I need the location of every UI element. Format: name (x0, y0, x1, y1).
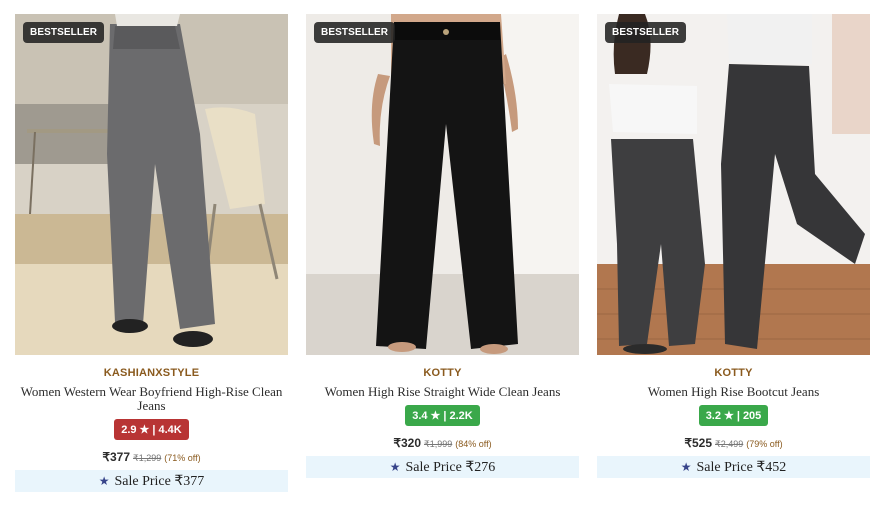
discount-percent: (79% off) (746, 439, 783, 449)
price-row: ₹320 ₹1,999 (84% off) (393, 436, 491, 450)
current-price: ₹377 (102, 450, 131, 464)
sale-price-label: Sale Price ₹452 (696, 459, 787, 475)
rating-badge: 3.4 ★ | 2.2K (405, 405, 480, 426)
rating-value: 3.2 (705, 409, 721, 422)
star-icon: ★ (98, 473, 110, 488)
current-price: ₹525 (684, 436, 713, 450)
price-row: ₹377 ₹1,299 (71% off) (102, 450, 200, 464)
rating-value: 3.4 (412, 409, 428, 422)
rating-badge: 3.2 ★ | 205 (698, 405, 769, 426)
star-icon: ★ (680, 459, 692, 474)
brand-name: KOTTY (714, 367, 753, 379)
star-icon: ★ (723, 410, 734, 422)
product-card[interactable]: BESTSELLER KOTTY Women High Rise Bootcut… (597, 14, 870, 492)
rating-separator: | (152, 423, 156, 436)
product-image[interactable]: BESTSELLER (597, 14, 870, 355)
sale-price-label: Sale Price ₹276 (405, 459, 496, 475)
product-card[interactable]: BESTSELLER KASHIANXSTYLE Women Western W… (15, 14, 288, 492)
discount-percent: (71% off) (164, 453, 201, 463)
rating-count: 205 (742, 409, 762, 422)
rating-value: 2.9 (121, 423, 137, 436)
star-icon: ★ (389, 459, 401, 474)
rating-separator: | (443, 409, 447, 422)
bestseller-badge: BESTSELLER (314, 22, 396, 43)
rating-separator: | (736, 409, 740, 422)
sale-price-banner: ★ Sale Price ₹377 (15, 470, 288, 492)
rating-count: 4.4K (158, 423, 182, 436)
charcoal-bootcut-jeans-photo (597, 14, 870, 355)
original-price: ₹1,999 (424, 439, 453, 449)
sale-price-label: Sale Price ₹377 (114, 473, 205, 489)
bestseller-badge: BESTSELLER (23, 22, 105, 43)
price-row: ₹525 ₹2,499 (79% off) (684, 436, 782, 450)
brand-name: KOTTY (423, 367, 462, 379)
discount-percent: (84% off) (455, 439, 492, 449)
product-title[interactable]: Women Western Wear Boyfriend High-Rise C… (15, 385, 288, 413)
current-price: ₹320 (393, 436, 422, 450)
product-title[interactable]: Women High Rise Bootcut Jeans (646, 385, 822, 399)
original-price: ₹1,299 (133, 453, 162, 463)
star-icon: ★ (139, 424, 150, 436)
star-icon: ★ (430, 410, 441, 422)
product-card[interactable]: BESTSELLER KOTTY Women High Rise Straigh… (306, 14, 579, 492)
original-price: ₹2,499 (715, 439, 744, 449)
brand-name: KASHIANXSTYLE (103, 367, 200, 379)
rating-badge: 2.9 ★ | 4.4K (114, 419, 189, 440)
sale-price-banner: ★ Sale Price ₹276 (306, 456, 579, 478)
bestseller-badge: BESTSELLER (605, 22, 687, 43)
grey-baggy-jeans-photo (15, 14, 288, 355)
product-image[interactable]: BESTSELLER (15, 14, 288, 355)
product-image[interactable]: BESTSELLER (306, 14, 579, 355)
product-title[interactable]: Women High Rise Straight Wide Clean Jean… (323, 385, 563, 399)
black-wide-jeans-photo (306, 14, 579, 355)
sale-price-banner: ★ Sale Price ₹452 (597, 456, 870, 478)
product-grid: BESTSELLER KASHIANXSTYLE Women Western W… (15, 14, 870, 492)
rating-count: 2.2K (449, 409, 473, 422)
